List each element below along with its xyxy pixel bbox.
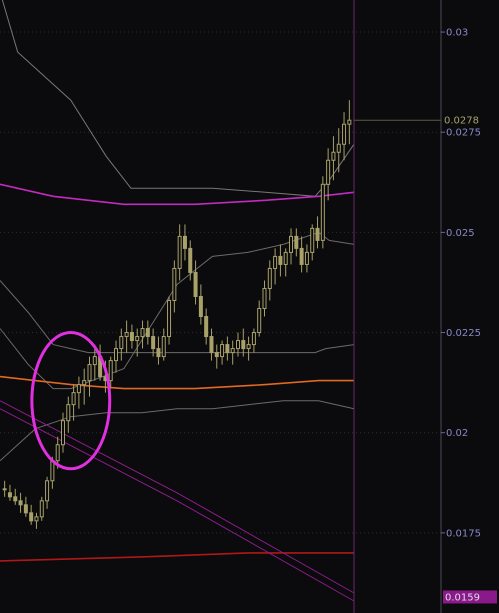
chart-background (0, 0, 499, 613)
candle-body (177, 235, 182, 269)
candle-body (135, 336, 140, 342)
candle-body (278, 255, 283, 265)
candle-body (235, 340, 240, 350)
candle-body (140, 328, 145, 338)
candle-body (262, 287, 267, 310)
candle-body (55, 444, 60, 462)
candle-body (45, 480, 50, 502)
candle-body (336, 143, 341, 153)
candle-body (267, 267, 272, 289)
candle-body (29, 512, 34, 522)
candle-body (119, 336, 124, 350)
candle-body (34, 516, 39, 522)
candle-body (246, 344, 251, 350)
highlight-price-label: 0.0159 (445, 592, 480, 603)
candle-body (304, 251, 309, 265)
candle-body (230, 348, 235, 354)
candle-body (225, 344, 230, 354)
y-tick-label: 0.0175 (446, 528, 481, 539)
candle-body (214, 352, 219, 358)
candle-body (129, 332, 134, 342)
candle-body (167, 299, 172, 338)
candle-body (18, 500, 23, 506)
candle-body (342, 123, 347, 145)
candle-body (2, 488, 7, 491)
candle-body (283, 251, 288, 265)
candle-body (347, 119, 352, 125)
candle-body (204, 316, 209, 338)
candle-body (294, 235, 299, 249)
candle-body (289, 235, 294, 253)
candle-body (326, 159, 331, 185)
y-tick-label: 0.025 (446, 228, 475, 239)
candle-body (320, 183, 325, 241)
candle-body (124, 332, 129, 338)
candle-body (241, 340, 246, 350)
candle-body (156, 348, 161, 358)
candle-body (315, 227, 320, 241)
candle-body (172, 267, 177, 301)
current-price-label: 0.0278 (444, 116, 479, 127)
candle-body (198, 295, 203, 318)
candle-body (71, 392, 76, 406)
candle-body (209, 336, 214, 354)
y-tick-label: 0.03 (446, 28, 468, 39)
candle-body (220, 344, 225, 358)
candle-body (7, 492, 12, 498)
candle-body (188, 247, 193, 273)
candle-body (145, 328, 150, 338)
y-tick-label: 0.02 (446, 428, 468, 439)
candle-body (39, 500, 44, 518)
y-tick-label: 0.0275 (446, 128, 481, 139)
candle-body (161, 336, 166, 358)
candle-body (299, 247, 304, 265)
candle-body (182, 235, 187, 249)
candle-body (13, 496, 18, 502)
y-tick-label: 0.0225 (446, 328, 481, 339)
candle-body (310, 227, 315, 253)
candle-body (76, 384, 81, 394)
candle-body (108, 360, 113, 382)
candle-body (92, 356, 97, 366)
candle-body (114, 348, 119, 362)
candle-body (66, 404, 71, 422)
candle-body (60, 420, 65, 446)
candle-body (82, 380, 87, 386)
candle-body (251, 332, 256, 346)
candle-body (23, 504, 28, 514)
candle-body (331, 151, 336, 161)
candle-body (151, 336, 156, 350)
candle-body (87, 364, 92, 382)
candle-body (273, 255, 278, 269)
price-chart[interactable]: 0.03 0.0275 0.025 0.0225 0.02 0.0175 0.0278 0.0… (0, 0, 499, 613)
candle-body (257, 308, 262, 334)
candle-body (193, 271, 198, 297)
